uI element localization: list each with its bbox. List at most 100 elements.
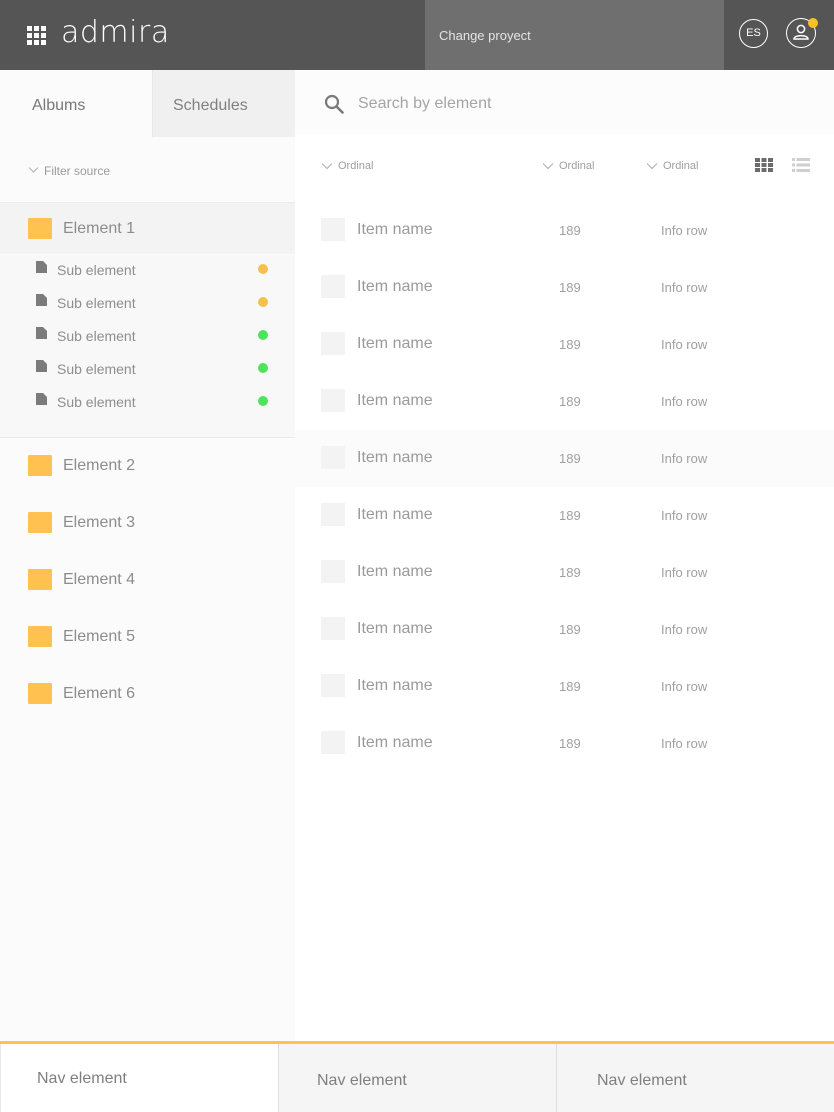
item-name: Item name (357, 677, 433, 694)
sidebar-item-element-6[interactable]: Element 6 (0, 668, 295, 720)
column-header-label: Ordinal (338, 160, 374, 172)
table-row[interactable]: Item name 189 Info row (295, 715, 834, 772)
app-logo[interactable]: admira (61, 15, 170, 50)
sub-element-item[interactable]: Sub element (0, 387, 295, 420)
sub-element-item[interactable]: Sub element (0, 288, 295, 321)
item-name: Item name (357, 449, 433, 466)
sidebar-item-label: Element 2 (63, 457, 136, 474)
chevron-down-icon (28, 167, 39, 173)
document-icon (36, 327, 47, 339)
item-info: Info row (661, 565, 708, 580)
sub-element-list: Sub element Sub element Sub element Sub … (0, 255, 295, 438)
language-button[interactable]: ES (739, 19, 768, 48)
sidebar-item-element-1[interactable]: Element 1 (0, 202, 295, 254)
status-dot (258, 264, 268, 274)
item-number: 189 (559, 337, 581, 352)
table-row[interactable]: Item name 189 Info row (295, 259, 834, 316)
item-name: Item name (357, 620, 433, 637)
grid-view-icon[interactable] (755, 158, 773, 172)
sub-element-item[interactable]: Sub element (0, 255, 295, 288)
document-icon (36, 294, 47, 306)
item-number: 189 (559, 565, 581, 580)
table-row[interactable]: Item name 189 Info row (295, 316, 834, 373)
table-row[interactable]: Item name 189 Info row (295, 658, 834, 715)
nav-element-2[interactable]: Nav element (278, 1044, 556, 1112)
sidebar-item-element-2[interactable]: Element 2 (0, 440, 295, 492)
item-thumbnail (321, 332, 345, 355)
item-info: Info row (661, 508, 708, 523)
item-thumbnail (321, 503, 345, 526)
folder-icon (28, 626, 52, 647)
table-row[interactable]: Item name 189 Info row (295, 544, 834, 601)
search-bar (295, 70, 834, 134)
item-thumbnail (321, 674, 345, 697)
item-number: 189 (559, 280, 581, 295)
bottom-navigation: Nav element Nav element Nav element (0, 1041, 834, 1112)
nav-element-1[interactable]: Nav element (0, 1044, 278, 1112)
item-thumbnail (321, 218, 345, 241)
sub-element-item[interactable]: Sub element (0, 321, 295, 354)
nav-element-3[interactable]: Nav element (556, 1044, 834, 1112)
folder-icon (28, 455, 52, 476)
sidebar-item-label: Element 5 (63, 628, 136, 645)
change-project-selector[interactable]: Change proyect (425, 0, 724, 70)
item-number: 189 (559, 451, 581, 466)
item-info: Info row (661, 394, 708, 409)
folder-icon (28, 569, 52, 590)
table-row[interactable]: Item name 189 Info row (295, 430, 834, 487)
item-info: Info row (661, 223, 708, 238)
sub-element-label: Sub element (57, 328, 136, 344)
column-header-ordinal-3[interactable]: Ordinal (646, 160, 698, 172)
status-dot (258, 396, 268, 406)
document-icon (36, 261, 47, 273)
item-info: Info row (661, 736, 708, 751)
item-name: Item name (357, 392, 433, 409)
item-name: Item name (357, 335, 433, 352)
item-name: Item name (357, 563, 433, 580)
tab-schedules[interactable]: Schedules (152, 70, 295, 137)
table-row[interactable]: Item name 189 Info row (295, 601, 834, 658)
search-icon[interactable] (324, 94, 344, 114)
change-project-label: Change proyect (439, 28, 531, 43)
filter-source-dropdown[interactable]: Filter source (28, 164, 110, 178)
status-dot (258, 363, 268, 373)
item-info: Info row (661, 622, 708, 637)
sidebar-item-element-4[interactable]: Element 4 (0, 554, 295, 606)
item-name: Item name (357, 221, 433, 238)
item-thumbnail (321, 389, 345, 412)
sub-element-label: Sub element (57, 394, 136, 410)
document-icon (36, 360, 47, 372)
item-info: Info row (661, 679, 708, 694)
sidebar-item-label: Element 6 (63, 685, 136, 702)
status-dot (258, 297, 268, 307)
sidebar-item-label: Element 1 (63, 220, 136, 237)
sidebar-item-element-5[interactable]: Element 5 (0, 611, 295, 663)
sidebar-item-label: Element 3 (63, 514, 136, 531)
table-row[interactable]: Item name 189 Info row (295, 487, 834, 544)
item-number: 189 (559, 622, 581, 637)
table-row[interactable]: Item name 189 Info row (295, 202, 834, 259)
item-name: Item name (357, 506, 433, 523)
column-header-ordinal-1[interactable]: Ordinal (321, 160, 373, 172)
sub-element-item[interactable]: Sub element (0, 354, 295, 387)
item-number: 189 (559, 508, 581, 523)
column-header-label: Ordinal (663, 160, 699, 172)
item-info: Info row (661, 280, 708, 295)
list-view-icon[interactable] (792, 158, 810, 172)
item-thumbnail (321, 275, 345, 298)
item-thumbnail (321, 731, 345, 754)
notification-dot (808, 18, 818, 28)
table-row[interactable]: Item name 189 Info row (295, 373, 834, 430)
tab-albums[interactable]: Albums (0, 70, 152, 137)
user-icon (793, 24, 809, 40)
chevron-down-icon (542, 163, 554, 170)
item-number: 189 (559, 736, 581, 751)
sidebar-item-element-3[interactable]: Element 3 (0, 497, 295, 549)
apps-grid-icon[interactable] (27, 26, 46, 45)
item-number: 189 (559, 394, 581, 409)
search-input[interactable] (358, 92, 798, 116)
item-name: Item name (357, 278, 433, 295)
chevron-down-icon (646, 163, 658, 170)
item-thumbnail (321, 560, 345, 583)
column-header-ordinal-2[interactable]: Ordinal (542, 160, 594, 172)
